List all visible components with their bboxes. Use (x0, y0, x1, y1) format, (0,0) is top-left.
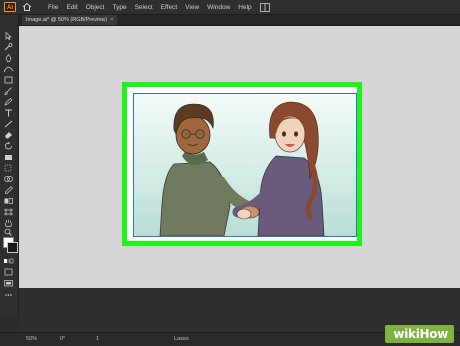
blend-icon[interactable] (3, 197, 14, 205)
close-tab-icon[interactable]: × (110, 17, 113, 23)
menu-select[interactable]: Select (135, 4, 153, 11)
menu-type[interactable]: Type (112, 4, 126, 11)
rotate-icon[interactable] (3, 142, 14, 150)
eyedropper-icon[interactable] (3, 186, 14, 194)
screen-mode-icon[interactable] (3, 279, 14, 287)
menu-file[interactable]: File (48, 4, 58, 11)
magic-wand-icon[interactable] (3, 43, 14, 51)
menu-view[interactable]: View (185, 4, 199, 11)
tools-panel (0, 15, 19, 315)
curvature-icon[interactable] (3, 65, 14, 73)
shape-builder-icon[interactable] (3, 175, 14, 183)
watermark-how: How (419, 327, 449, 341)
pencil-icon[interactable] (3, 98, 14, 106)
canvas-area[interactable] (19, 26, 460, 288)
document-tab-title: Image.ai* @ 50% (RGB/Preview) (26, 17, 108, 23)
document-tab-bar: Image.ai* @ 50% (RGB/Preview) × (18, 15, 460, 26)
color-mode-icon[interactable] (3, 257, 14, 265)
stroke-color-swatch[interactable] (7, 242, 18, 253)
current-tool-label: Lasso (174, 336, 189, 342)
more-tools-icon[interactable] (3, 291, 14, 299)
menu-effect[interactable]: Effect (161, 4, 178, 11)
width-icon[interactable] (3, 153, 14, 161)
hand-icon[interactable] (3, 219, 14, 227)
wikihow-watermark: wikiHow (385, 325, 454, 343)
watermark-wiki: wiki (393, 327, 420, 341)
paintbrush-icon[interactable] (3, 87, 14, 95)
rotation-value[interactable]: 0° (60, 336, 65, 342)
selection-icon[interactable] (3, 32, 14, 40)
highlighted-artboard (122, 82, 362, 246)
eraser-icon[interactable] (3, 131, 14, 139)
menu-edit[interactable]: Edit (66, 4, 77, 11)
home-icon[interactable] (22, 2, 32, 12)
menu-window[interactable]: Window (207, 4, 230, 11)
two-people-holding-hands-illustration (159, 101, 325, 236)
draw-mode-icon[interactable] (3, 268, 14, 276)
artboard-icon[interactable] (3, 208, 14, 216)
zoom-level[interactable]: 50% (26, 336, 37, 342)
zoom-icon[interactable] (3, 228, 14, 236)
free-transform-icon[interactable] (3, 164, 14, 172)
placed-illustration[interactable] (133, 93, 357, 237)
app-logo: Ai (4, 2, 16, 12)
rectangle-icon[interactable] (3, 76, 14, 84)
menu-object[interactable]: Object (86, 4, 105, 11)
artboard-number[interactable]: 1 (96, 336, 99, 342)
document-tab[interactable]: Image.ai* @ 50% (RGB/Preview) × (22, 15, 118, 25)
pen-icon[interactable] (3, 54, 14, 62)
menu-bar: Ai File Edit Object Type Select Effect V… (0, 0, 460, 15)
line-icon[interactable] (3, 120, 14, 128)
menu-help[interactable]: Help (238, 4, 251, 11)
type-icon[interactable] (3, 109, 14, 117)
arrange-documents-icon[interactable] (259, 2, 270, 12)
